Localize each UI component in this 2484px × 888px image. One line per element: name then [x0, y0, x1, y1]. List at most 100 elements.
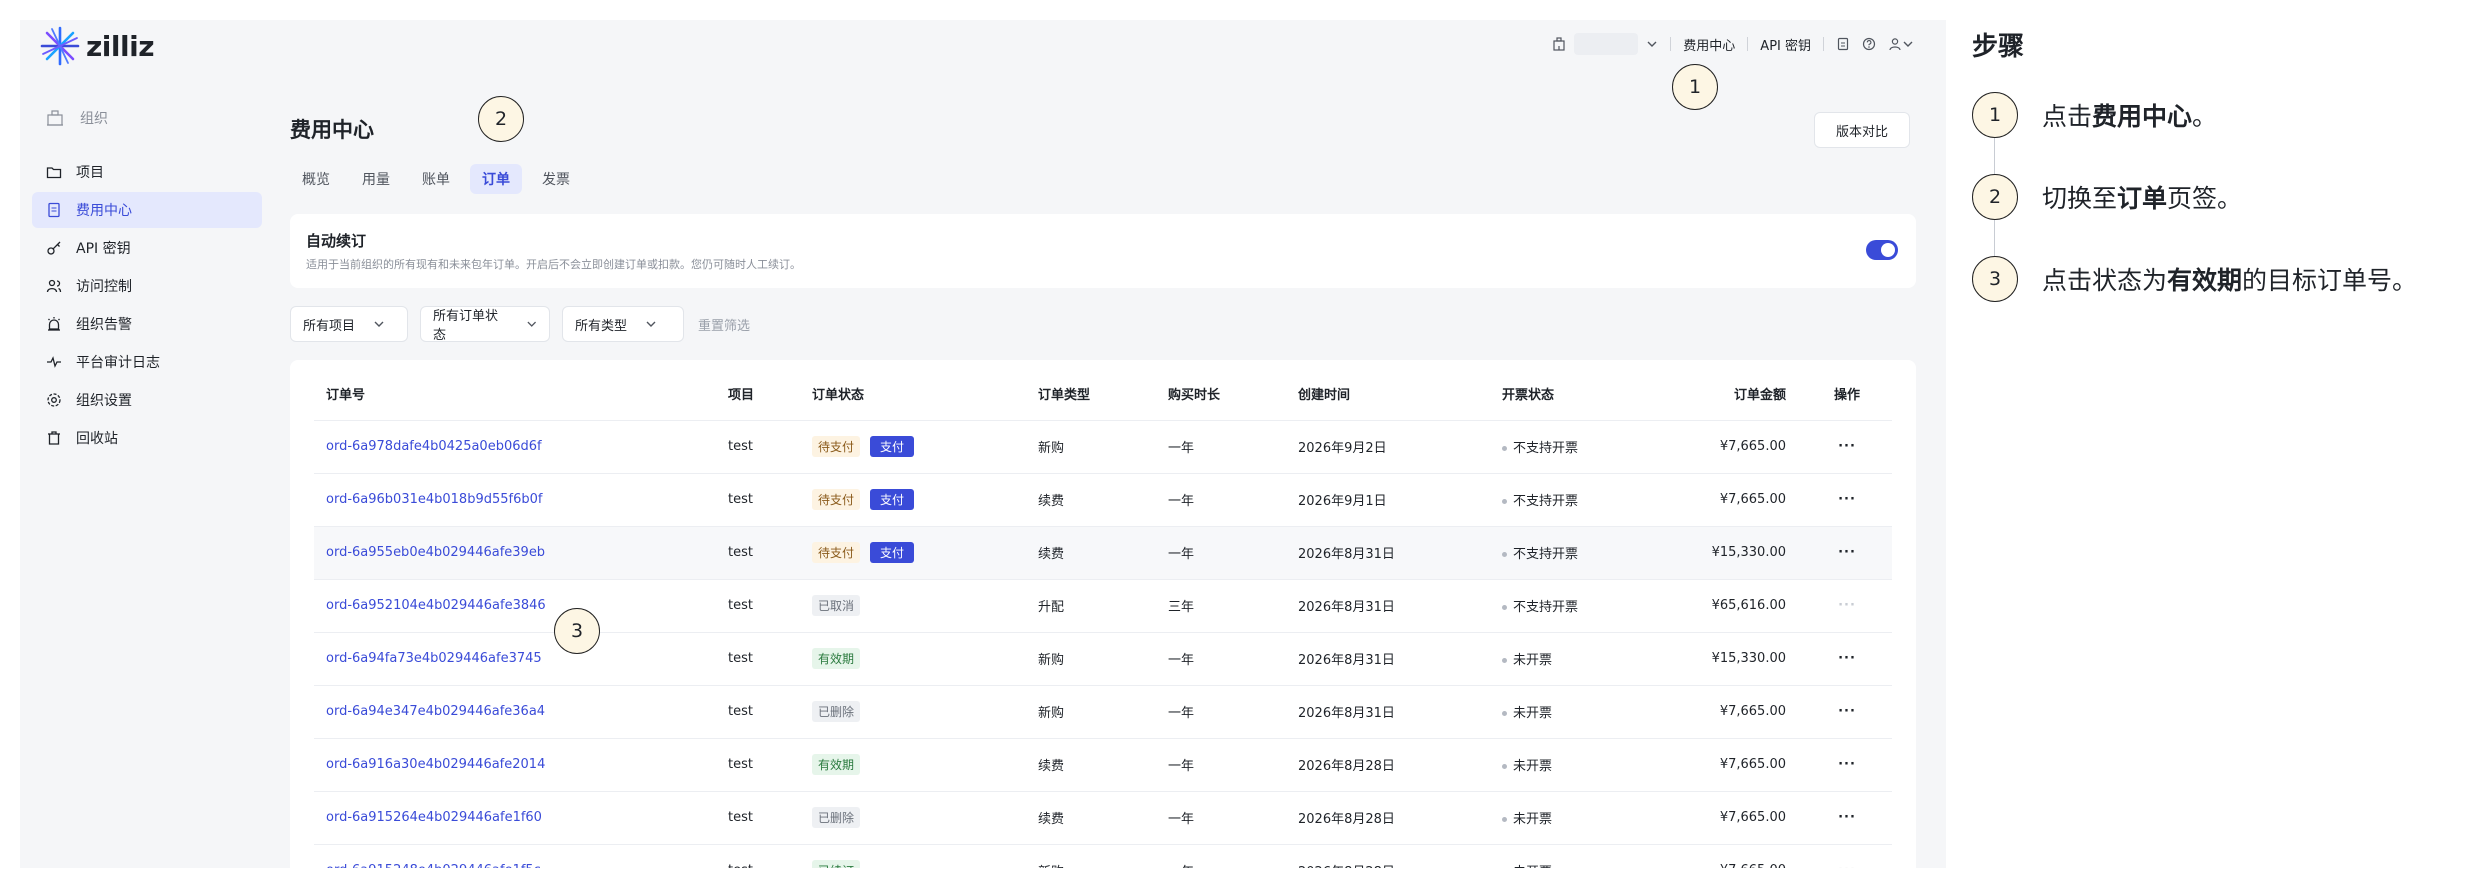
compare-versions-button[interactable]: 版本对比	[1814, 112, 1910, 148]
billing-tabs: 概览 用量 账单 订单 发票	[290, 164, 582, 194]
zilliz-logo[interactable]: zilliz	[40, 26, 154, 66]
table-row: ord-6a915248e4b029446afe1f5c test 已续订 新购一年2…	[314, 844, 1892, 868]
more-actions-icon[interactable]: ···	[1838, 651, 1856, 666]
tab-0[interactable]: 概览	[290, 164, 342, 194]
status-dot	[1502, 446, 1507, 451]
cell-invoice: 未开票	[1490, 685, 1690, 739]
cell-type: 新购	[1026, 685, 1156, 739]
more-actions-icon[interactable]: ···	[1838, 757, 1856, 772]
sidebar-item-7[interactable]: 回收站	[32, 420, 262, 456]
sidebar-item-0[interactable]: 项目	[32, 154, 262, 190]
cell-status: 待支付 支付	[800, 526, 1026, 580]
order-id-link[interactable]: ord-6a915248e4b029446afe1f5c	[326, 863, 541, 868]
sidebar-item-2[interactable]: API 密钥	[32, 230, 262, 266]
invoice-status: 未开票	[1513, 706, 1553, 721]
more-actions-icon[interactable]: ···	[1838, 492, 1856, 507]
cell-invoice: 未开票	[1490, 738, 1690, 792]
sidebar-item-1[interactable]: 费用中心	[32, 192, 262, 228]
step-1: 1 点击费用中心。	[1972, 90, 2217, 140]
table-row: ord-6a94fa73e4b029446afe3745 test 有效期 新购 一年 2…	[314, 632, 1892, 686]
cell-duration: 一年	[1156, 473, 1286, 527]
cell-type: 新购	[1026, 420, 1156, 474]
auto-renew-toggle[interactable]	[1866, 240, 1898, 260]
pay-button[interactable]: 支付	[870, 542, 915, 563]
cell-duration: 一年	[1156, 632, 1286, 686]
logo-star-icon	[40, 26, 80, 66]
step-3: 3 点击状态为有效期的目标订单号。	[1972, 254, 2417, 304]
more-actions-icon[interactable]: ···	[1838, 863, 1856, 868]
more-actions-icon[interactable]: ···	[1838, 598, 1856, 613]
cell-invoice: 未开票	[1490, 844, 1690, 868]
filter-bar: 所有项目 所有订单状态 所有类型 重置筛选	[290, 306, 750, 343]
cell-type: 升配	[1026, 579, 1156, 633]
more-actions-icon[interactable]: ···	[1838, 545, 1856, 560]
orders-table: 订单号 项目 订单状态 订单类型 购买时长 创建时间 开票状态 订单金额 操作 ord-6a97…	[314, 368, 1892, 868]
order-id-link[interactable]: ord-6a978dafe4b0425a0eb06d6f	[326, 439, 542, 454]
sidebar-item-4[interactable]: 组织告警	[32, 306, 262, 342]
building-icon	[46, 110, 64, 126]
tab-1[interactable]: 用量	[350, 164, 402, 194]
table-row: ord-6a96b031e4b018b9d55f6b0f test 待支付 支付 续费一…	[314, 473, 1892, 527]
cell-amount: ¥15,330.00	[1690, 632, 1802, 686]
user-menu[interactable]	[1888, 37, 1914, 51]
type-filter[interactable]: 所有类型	[562, 306, 684, 342]
more-actions-icon[interactable]: ···	[1838, 810, 1856, 825]
chevron-down-icon	[646, 321, 656, 327]
order-id-link[interactable]: ord-6a955eb0e4b029446afe39eb	[326, 545, 545, 560]
invoice-status: 未开票	[1513, 759, 1553, 774]
top-right-nav: 费用中心 API 密钥	[1552, 32, 1914, 56]
pulse-icon	[46, 354, 62, 370]
document-icon[interactable]	[1836, 37, 1850, 51]
reset-filters-link[interactable]: 重置筛选	[698, 315, 750, 334]
status-dot	[1502, 764, 1507, 769]
cell-order-id: ord-6a916a30e4b029446afe2014	[314, 738, 716, 792]
order-id-link[interactable]: ord-6a94e347e4b029446afe36a4	[326, 704, 545, 719]
status-badge: 已删除	[812, 701, 861, 722]
cell-project: test	[716, 473, 800, 527]
tab-2[interactable]: 账单	[410, 164, 462, 194]
order-id-link[interactable]: ord-6a916a30e4b029446afe2014	[326, 757, 545, 772]
pay-button[interactable]: 支付	[870, 436, 915, 457]
pay-button[interactable]: 支付	[870, 489, 915, 510]
table-row: ord-6a916a30e4b029446afe2014 test 有效期 续费 一年 2…	[314, 738, 1892, 792]
step-text-post: 。	[2192, 102, 2218, 131]
cell-actions: ···	[1802, 791, 1892, 845]
help-icon[interactable]	[1862, 37, 1876, 51]
column-header: 订单状态	[800, 368, 1026, 421]
cell-order-id: ord-6a952104e4b029446afe3846	[314, 579, 716, 633]
order-id-link[interactable]: ord-6a915264e4b029446afe1f60	[326, 810, 542, 825]
status-badge: 已删除	[812, 807, 861, 828]
table-row: ord-6a955eb0e4b029446afe39eb test 待支付 支付 续费一…	[314, 526, 1892, 580]
tab-4[interactable]: 发票	[530, 164, 582, 194]
invoice-status: 不支持开票	[1513, 494, 1579, 509]
folder-icon	[46, 164, 62, 180]
more-actions-icon[interactable]: ···	[1838, 704, 1856, 719]
more-actions-icon[interactable]: ···	[1838, 439, 1856, 454]
billing-center-link[interactable]: 费用中心	[1683, 35, 1735, 54]
sidebar-item-3[interactable]: 访问控制	[32, 268, 262, 304]
cell-created: 2026年9月1日	[1286, 473, 1490, 527]
order-id-link[interactable]: ord-6a952104e4b029446afe3846	[326, 598, 546, 613]
user-icon	[1889, 38, 1901, 51]
sidebar-item-label: 回收站	[76, 431, 118, 447]
orders-table-card: 订单号 项目 订单状态 订单类型 购买时长 创建时间 开票状态 订单金额 操作 ord-6a97…	[290, 360, 1916, 868]
auto-renew-title: 自动续订	[306, 232, 367, 250]
api-key-link[interactable]: API 密钥	[1760, 35, 1811, 54]
order-id-link[interactable]: ord-6a96b031e4b018b9d55f6b0f	[326, 492, 542, 507]
project-filter[interactable]: 所有项目	[290, 306, 408, 342]
order-id-link[interactable]: ord-6a94fa73e4b029446afe3745	[326, 651, 542, 666]
status-filter[interactable]: 所有订单状态	[420, 306, 550, 343]
sidebar-item-6[interactable]: 组织设置	[32, 382, 262, 418]
step-text-post: 页签。	[2167, 184, 2243, 213]
sidebar-item-label: 平台审计日志	[76, 355, 160, 371]
sidebar-item-5[interactable]: 平台审计日志	[32, 344, 262, 380]
org-switcher[interactable]	[1552, 33, 1658, 55]
cell-type: 新购	[1026, 632, 1156, 686]
cell-duration: 一年	[1156, 791, 1286, 845]
column-header: 订单类型	[1026, 368, 1156, 421]
cell-created: 2026年8月28日	[1286, 738, 1490, 792]
tab-3[interactable]: 订单	[470, 164, 522, 194]
sidebar-org[interactable]: 组织	[46, 108, 108, 128]
cell-invoice: 不支持开票	[1490, 420, 1690, 474]
main-content: 费用中心 版本对比 概览 用量 账单 订单 发票 自动续订 适用于当前组织的所有现有和未…	[290, 68, 1926, 868]
